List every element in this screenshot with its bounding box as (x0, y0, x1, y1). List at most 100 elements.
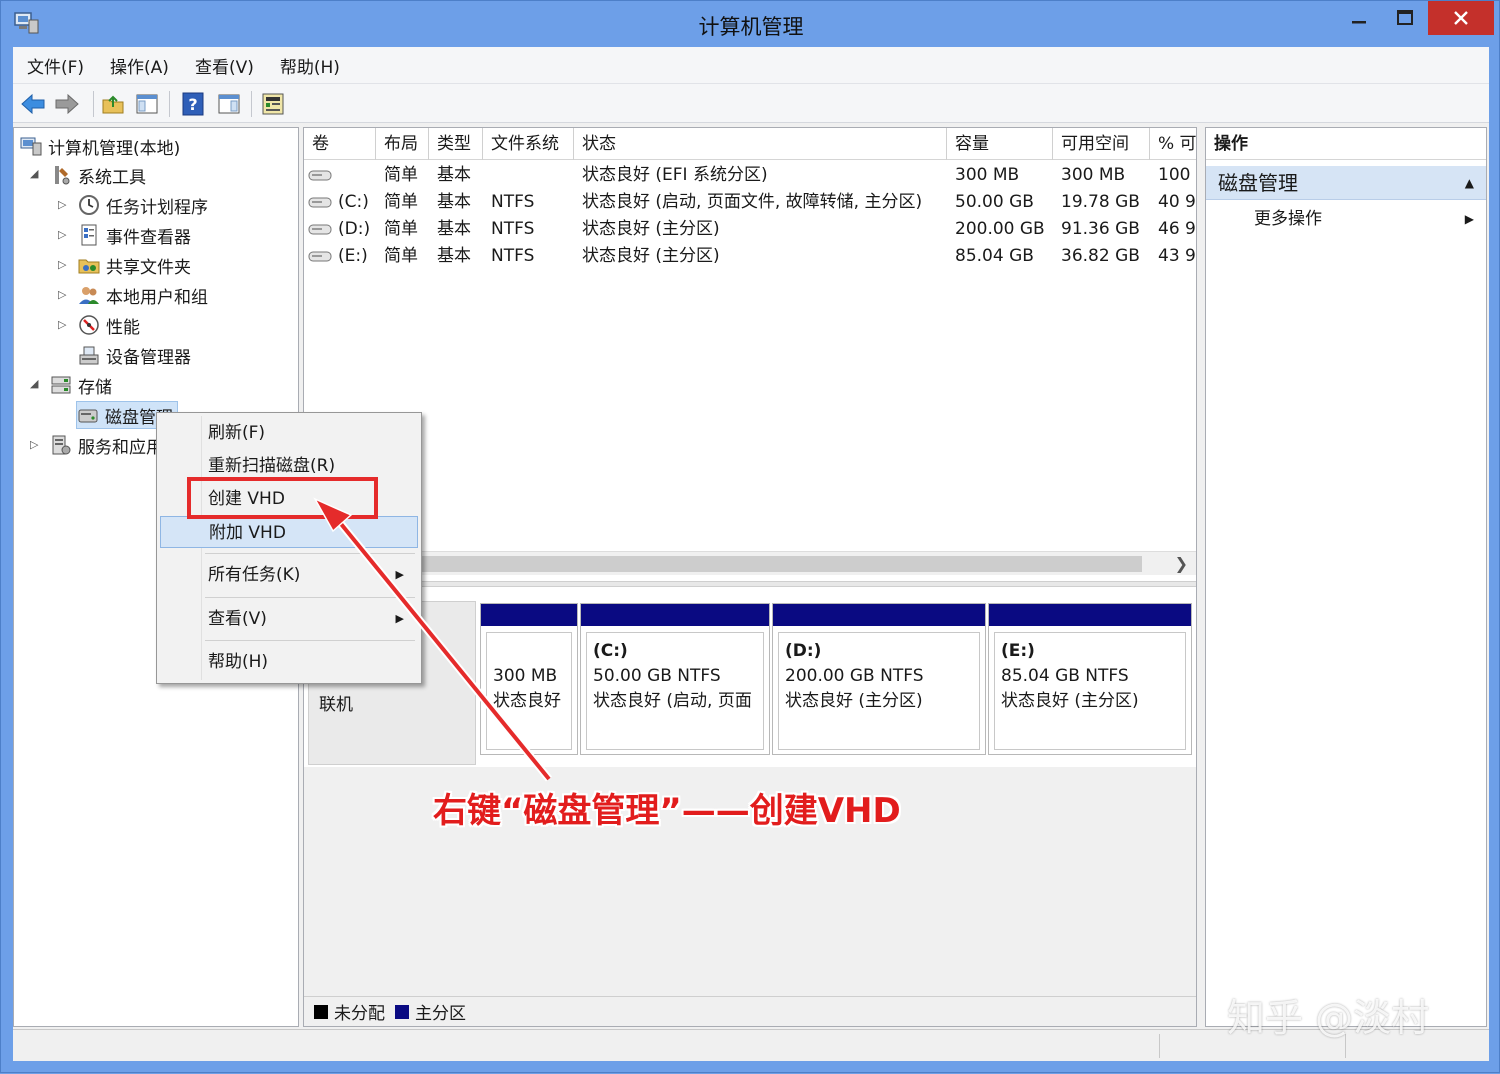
services-icon (50, 434, 72, 456)
more-actions-item[interactable]: 更多操作 ▶ (1206, 204, 1486, 234)
tree-node-local-users[interactable]: 本地用户和组 (78, 281, 208, 309)
partition-name: (E:) (1001, 641, 1035, 661)
table-row[interactable]: 简单 基本 状态良好 (EFI 系统分区) 300 MB 300 MB 100 (304, 162, 1196, 189)
column-header-percent-free[interactable]: % 可 (1150, 128, 1196, 160)
maximize-button[interactable] (1382, 1, 1428, 35)
cell-status: 状态良好 (主分区) (582, 219, 720, 239)
column-header-filesystem[interactable]: 文件系统 (483, 128, 574, 160)
clock-icon (78, 194, 100, 216)
cell-filesystem (483, 162, 574, 189)
disk-management-pane: 卷 布局 类型 文件系统 状态 容量 可用空间 % 可 简单 基本 状态良好 (EF… (303, 127, 1197, 1027)
partition-name: (C:) (593, 641, 628, 661)
section-title: 磁盘管理 (1218, 171, 1298, 195)
tree-label: 设备管理器 (106, 347, 191, 368)
event-log-icon (78, 224, 100, 246)
legend-unallocated: 未分配 (334, 1004, 385, 1024)
cell-capacity: 50.00 GB (955, 192, 1034, 212)
ctx-all-tasks[interactable]: 所有任务(K) ▶ (160, 559, 418, 591)
partition-name (493, 639, 571, 664)
disk-properties-icon (262, 93, 284, 115)
tree-label: 共享文件夹 (106, 257, 191, 278)
unallocated-swatch (314, 1004, 328, 1019)
table-row[interactable]: (E:) 简单 基本 NTFS 状态良好 (主分区) 85.04 GB 36.82 GB 43… (304, 243, 1196, 270)
ctx-attach-vhd[interactable]: 附加 VHD (160, 516, 418, 548)
close-button[interactable] (1428, 1, 1494, 35)
tree-node-performance[interactable]: 性能 (78, 311, 140, 339)
title-bar[interactable]: 计算机管理 (1, 1, 1500, 47)
partition-color-bar (989, 604, 1191, 626)
show-hide-tree-button[interactable] (133, 90, 161, 118)
properties-button[interactable] (259, 90, 287, 118)
tree-node-task-scheduler[interactable]: 任务计划程序 (78, 191, 208, 219)
partition-c[interactable]: (C:) 50.00 GB NTFS 状态良好 (启动, 页面 (580, 603, 770, 755)
submenu-arrow-icon: ▶ (395, 612, 404, 625)
minimize-button[interactable] (1336, 1, 1382, 35)
ctx-view[interactable]: 查看(V) ▶ (160, 603, 418, 635)
partition-status: 状态良好 (主分区) (785, 691, 923, 711)
cell-capacity: 85.04 GB (955, 246, 1034, 266)
menu-view[interactable]: 查看(V) (181, 53, 266, 78)
menu-file[interactable]: 文件(F) (13, 53, 96, 78)
watermark: 知乎 @淡村 (1227, 996, 1430, 1040)
disk-management-icon (77, 404, 99, 426)
tree-node-root[interactable]: 计算机管理(本地) (20, 132, 180, 160)
up-folder-button[interactable] (99, 90, 127, 118)
cell-percent-free: 43 9 (1158, 246, 1196, 266)
folder-up-icon (102, 95, 124, 114)
expanded-arrow-icon[interactable]: ◢ (30, 377, 38, 390)
cell-volume: (D:) (304, 216, 376, 243)
collapsed-arrow-icon[interactable]: ▷ (58, 318, 66, 331)
collapse-up-icon[interactable]: ▲ (1465, 166, 1474, 200)
ctx-refresh[interactable]: 刷新(F) (160, 417, 418, 449)
column-header-free-space[interactable]: 可用空间 (1053, 128, 1150, 160)
back-button[interactable] (19, 90, 47, 118)
cell-percent-free: 100 (1158, 165, 1191, 185)
partition-efi[interactable]: 300 MB 状态良好 (480, 603, 578, 755)
tree-node-shared-folders[interactable]: 共享文件夹 (78, 251, 191, 279)
horizontal-scrollbar[interactable]: ❯ (304, 551, 1196, 575)
ctx-view-label: 查看(V) (208, 609, 267, 629)
column-header-layout[interactable]: 布局 (376, 128, 429, 160)
expanded-arrow-icon[interactable]: ◢ (30, 167, 38, 180)
tree-node-system-tools[interactable]: 系统工具 (50, 161, 146, 189)
partition-d[interactable]: (D:) 200.00 GB NTFS 状态良好 (主分区) (772, 603, 986, 755)
forward-button[interactable] (53, 90, 81, 118)
scrollbar-thumb[interactable] (306, 556, 1142, 572)
collapsed-arrow-icon[interactable]: ▷ (58, 288, 66, 301)
table-row[interactable]: (D:) 简单 基本 NTFS 状态良好 (主分区) 200.00 GB 91.36 GB 4… (304, 216, 1196, 243)
column-header-capacity[interactable]: 容量 (947, 128, 1053, 160)
partition-e[interactable]: (E:) 85.04 GB NTFS 状态良好 (主分区) (988, 603, 1192, 755)
table-row[interactable]: (C:) 简单 基本 NTFS 状态良好 (启动, 页面文件, 故障转储, 主分区) 50… (304, 189, 1196, 216)
help-button[interactable]: ? (179, 90, 207, 118)
actions-pane: 操作 磁盘管理 ▲ 更多操作 ▶ (1205, 127, 1487, 1027)
tree-node-storage[interactable]: 存储 (50, 371, 112, 399)
collapsed-arrow-icon[interactable]: ▷ (30, 438, 38, 451)
cell-layout: 简单 (384, 192, 418, 212)
primary-swatch (395, 1004, 409, 1019)
cell-type: 基本 (437, 192, 471, 212)
legend-primary: 主分区 (415, 1004, 466, 1024)
partition-color-bar (581, 604, 769, 626)
actions-section-disk-management[interactable]: 磁盘管理 ▲ (1206, 166, 1486, 200)
column-header-type[interactable]: 类型 (429, 128, 483, 160)
volume-icon (308, 224, 332, 235)
tree-node-event-viewer[interactable]: 事件查看器 (78, 221, 191, 249)
collapsed-arrow-icon[interactable]: ▷ (58, 228, 66, 241)
collapsed-arrow-icon[interactable]: ▷ (58, 258, 66, 271)
cell-filesystem: NTFS (491, 219, 535, 239)
partition-color-bar (773, 604, 985, 626)
column-header-status[interactable]: 状态 (574, 128, 947, 160)
scroll-right-arrow-icon[interactable]: ❯ (1175, 552, 1188, 576)
computer-management-window: 计算机管理 文件(F) 操作(A) 查看(V) 帮助(H) ? 计算机管理(本地… (0, 0, 1500, 1073)
show-action-pane-button[interactable] (215, 90, 243, 118)
partition-size: 200.00 GB NTFS (785, 666, 924, 686)
menu-action[interactable]: 操作(A) (96, 53, 181, 78)
menu-separator (205, 553, 415, 554)
tree-label: 系统工具 (78, 167, 146, 188)
ctx-help[interactable]: 帮助(H) (160, 646, 418, 678)
cell-free-space: 91.36 GB (1061, 219, 1140, 239)
column-header-volume[interactable]: 卷 (304, 128, 376, 160)
tree-node-device-manager[interactable]: 设备管理器 (78, 341, 191, 369)
menu-help[interactable]: 帮助(H) (266, 53, 352, 78)
collapsed-arrow-icon[interactable]: ▷ (58, 198, 66, 211)
